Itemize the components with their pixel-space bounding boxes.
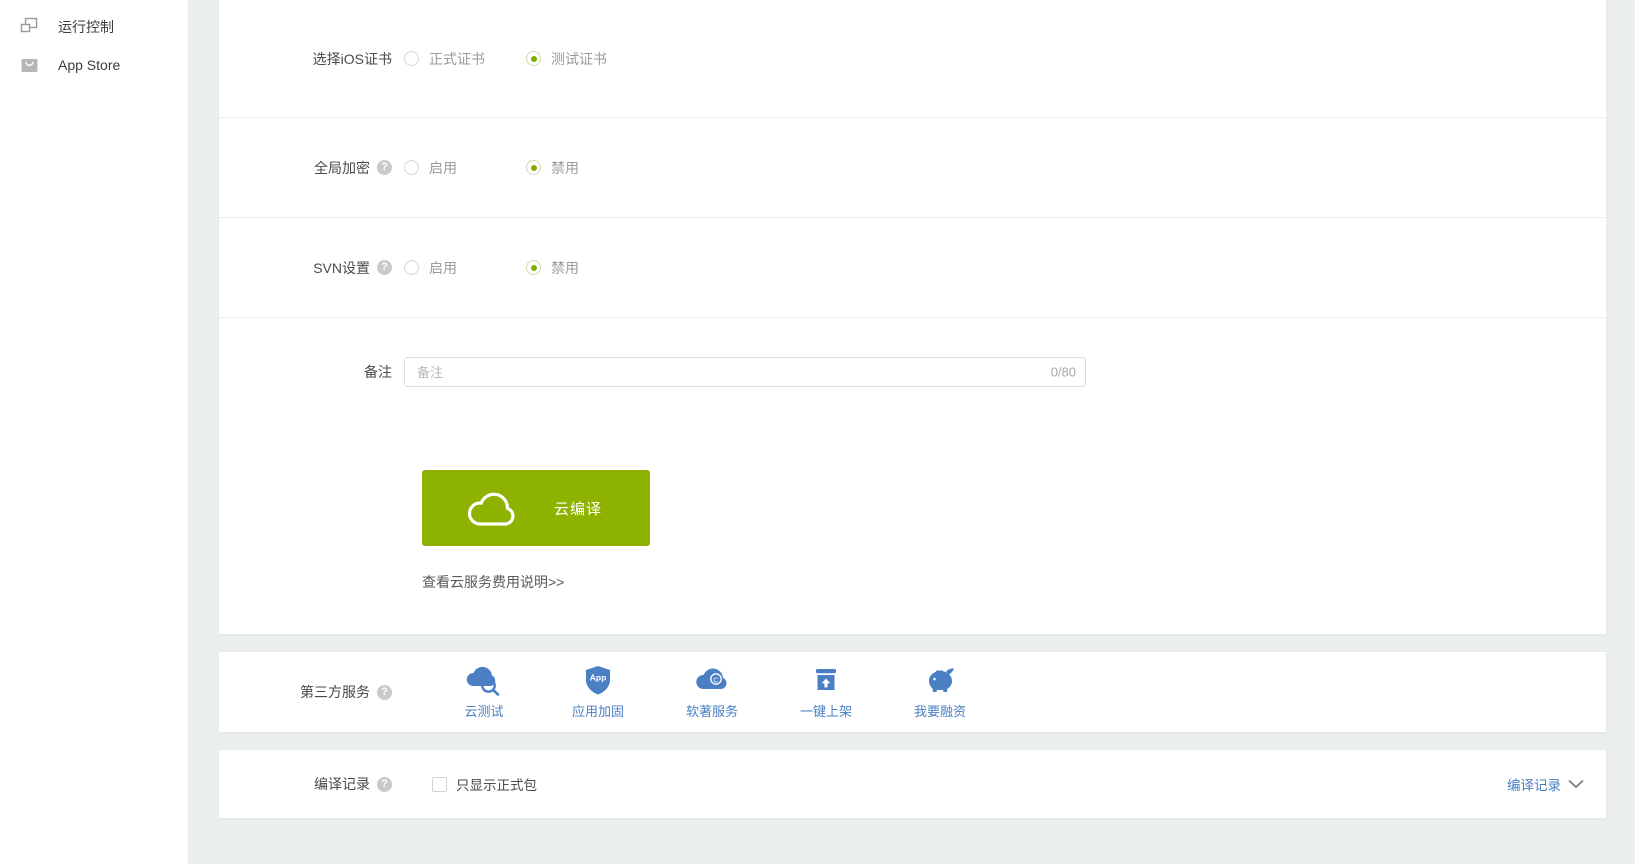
- row-body: 启用 禁用: [404, 158, 1606, 178]
- sidebar-item-app-store[interactable]: App Store: [0, 46, 188, 84]
- radio-option-test-cert[interactable]: 测试证书: [526, 49, 636, 69]
- radio-option-disable[interactable]: 禁用: [526, 158, 636, 178]
- third-party-item-label: 一键上架: [799, 704, 852, 719]
- row-label-text: 全局加密: [314, 159, 370, 176]
- cloud-icon: [464, 488, 522, 528]
- radio-label: 正式证书: [429, 50, 485, 67]
- app-root: 运行控制 App Store 选择iOS证书 正式证书 测试证书 全局加密 ? …: [0, 0, 1635, 864]
- form-row-global-encryption: 全局加密 ? 启用 禁用: [219, 118, 1606, 218]
- cloud-compile-button[interactable]: 云编译: [422, 470, 650, 546]
- third-party-item-label: 软著服务: [685, 704, 738, 719]
- row-label-text: SVN设置: [313, 259, 370, 276]
- third-party-item-label: 云测试: [464, 704, 504, 719]
- third-party-label: 第三方服务 ?: [219, 682, 404, 702]
- third-party-items: 云测试 App 应用加固 C 软著服务 一键上架 我要融资: [427, 664, 997, 720]
- third-party-item-financing[interactable]: 我要融资: [883, 664, 997, 720]
- compile-records-toggle-label: 编译记录: [1507, 778, 1561, 793]
- cloud-compile-label: 云编译: [554, 500, 603, 518]
- radio-option-official-cert[interactable]: 正式证书: [404, 49, 514, 69]
- radio-option-disable[interactable]: 禁用: [526, 258, 636, 278]
- form-row-remark: 备注 0/80: [219, 318, 1606, 426]
- radio-label: 禁用: [551, 159, 579, 176]
- build-settings-card: 选择iOS证书 正式证书 测试证书 全局加密 ? 启用 禁用 SVN设置 ? 启…: [218, 0, 1607, 635]
- row-label-text: 选择iOS证书: [312, 50, 392, 67]
- compile-records-card: 编译记录 ? 只显示正式包 编译记录: [218, 749, 1607, 819]
- row-label: 全局加密 ?: [219, 158, 404, 178]
- question-mark-icon[interactable]: ?: [377, 776, 392, 792]
- radio-mark: [526, 51, 541, 66]
- svg-text:C: C: [713, 675, 719, 684]
- third-party-item-app-hardening[interactable]: App 应用加固: [541, 664, 655, 720]
- question-mark-icon[interactable]: ?: [377, 160, 392, 175]
- row-label-text: 备注: [364, 364, 392, 380]
- box-upload-icon: [810, 664, 842, 696]
- main-content: 选择iOS证书 正式证书 测试证书 全局加密 ? 启用 禁用 SVN设置 ? 启…: [189, 0, 1635, 864]
- sidebar-item-label: App Store: [58, 57, 121, 73]
- third-party-item-one-click-publish[interactable]: 一键上架: [769, 664, 883, 720]
- sidebar-item-run-control[interactable]: 运行控制: [0, 8, 188, 46]
- cloud-search-icon: [464, 664, 504, 696]
- remark-input[interactable]: [404, 357, 1086, 387]
- svg-text:App: App: [590, 673, 607, 683]
- sidebar-item-label: 运行控制: [58, 19, 114, 35]
- windows-stack-icon: [18, 16, 40, 38]
- chevron-down-icon: [1568, 776, 1584, 792]
- compile-action-block: 云编译 查看云服务费用说明>>: [219, 426, 1606, 634]
- radio-mark: [404, 260, 419, 275]
- only-official-packages-checkbox[interactable]: 只显示正式包: [432, 774, 537, 794]
- cloud-copyright-icon: C: [694, 664, 730, 696]
- checkbox-label: 只显示正式包: [456, 778, 537, 793]
- cloud-service-fee-link[interactable]: 查看云服务费用说明>>: [422, 572, 564, 592]
- third-party-item-label: 应用加固: [571, 704, 624, 719]
- compile-records-toggle[interactable]: 编译记录: [1507, 774, 1584, 794]
- third-party-services-card: 第三方服务 ? 云测试 App 应用加固 C 软著服务 一键上架 我要融资: [218, 651, 1607, 733]
- row-label: 备注: [219, 362, 404, 382]
- form-row-ios-cert: 选择iOS证书 正式证书 测试证书: [219, 0, 1606, 118]
- third-party-item-copyright-service[interactable]: C 软著服务: [655, 664, 769, 720]
- app-store-bag-icon: [18, 54, 40, 76]
- radio-label: 启用: [429, 259, 457, 276]
- radio-mark: [404, 160, 419, 175]
- third-party-item-cloud-test[interactable]: 云测试: [427, 664, 541, 720]
- radio-label: 测试证书: [551, 50, 607, 67]
- third-party-label-text: 第三方服务: [300, 684, 370, 700]
- radio-group-global-encryption: 启用 禁用: [404, 158, 648, 178]
- shield-app-icon: App: [582, 664, 614, 696]
- radio-group-svn: 启用 禁用: [404, 258, 648, 278]
- row-body: 0/80: [404, 357, 1606, 387]
- question-mark-icon[interactable]: ?: [377, 684, 392, 700]
- compile-records-label-text: 编译记录: [314, 776, 370, 792]
- piggy-bank-icon: [922, 664, 958, 696]
- radio-option-enable[interactable]: 启用: [404, 158, 514, 178]
- radio-label: 启用: [429, 159, 457, 176]
- question-mark-icon[interactable]: ?: [377, 260, 392, 275]
- radio-mark: [526, 160, 541, 175]
- form-row-svn-settings: SVN设置 ? 启用 禁用: [219, 218, 1606, 318]
- radio-option-enable[interactable]: 启用: [404, 258, 514, 278]
- checkbox-box: [432, 776, 447, 792]
- radio-mark: [404, 51, 419, 66]
- radio-label: 禁用: [551, 259, 579, 276]
- sidebar: 运行控制 App Store: [0, 0, 189, 864]
- row-body: 正式证书 测试证书: [404, 49, 1606, 69]
- third-party-item-label: 我要融资: [913, 704, 966, 719]
- radio-mark: [526, 260, 541, 275]
- row-label: 选择iOS证书: [219, 49, 404, 69]
- remark-field-wrap: 0/80: [404, 357, 1086, 387]
- compile-records-label: 编译记录 ?: [219, 774, 404, 794]
- row-body: 启用 禁用: [404, 258, 1606, 278]
- radio-group-ios-cert: 正式证书 测试证书: [404, 49, 648, 69]
- row-label: SVN设置 ?: [219, 258, 404, 278]
